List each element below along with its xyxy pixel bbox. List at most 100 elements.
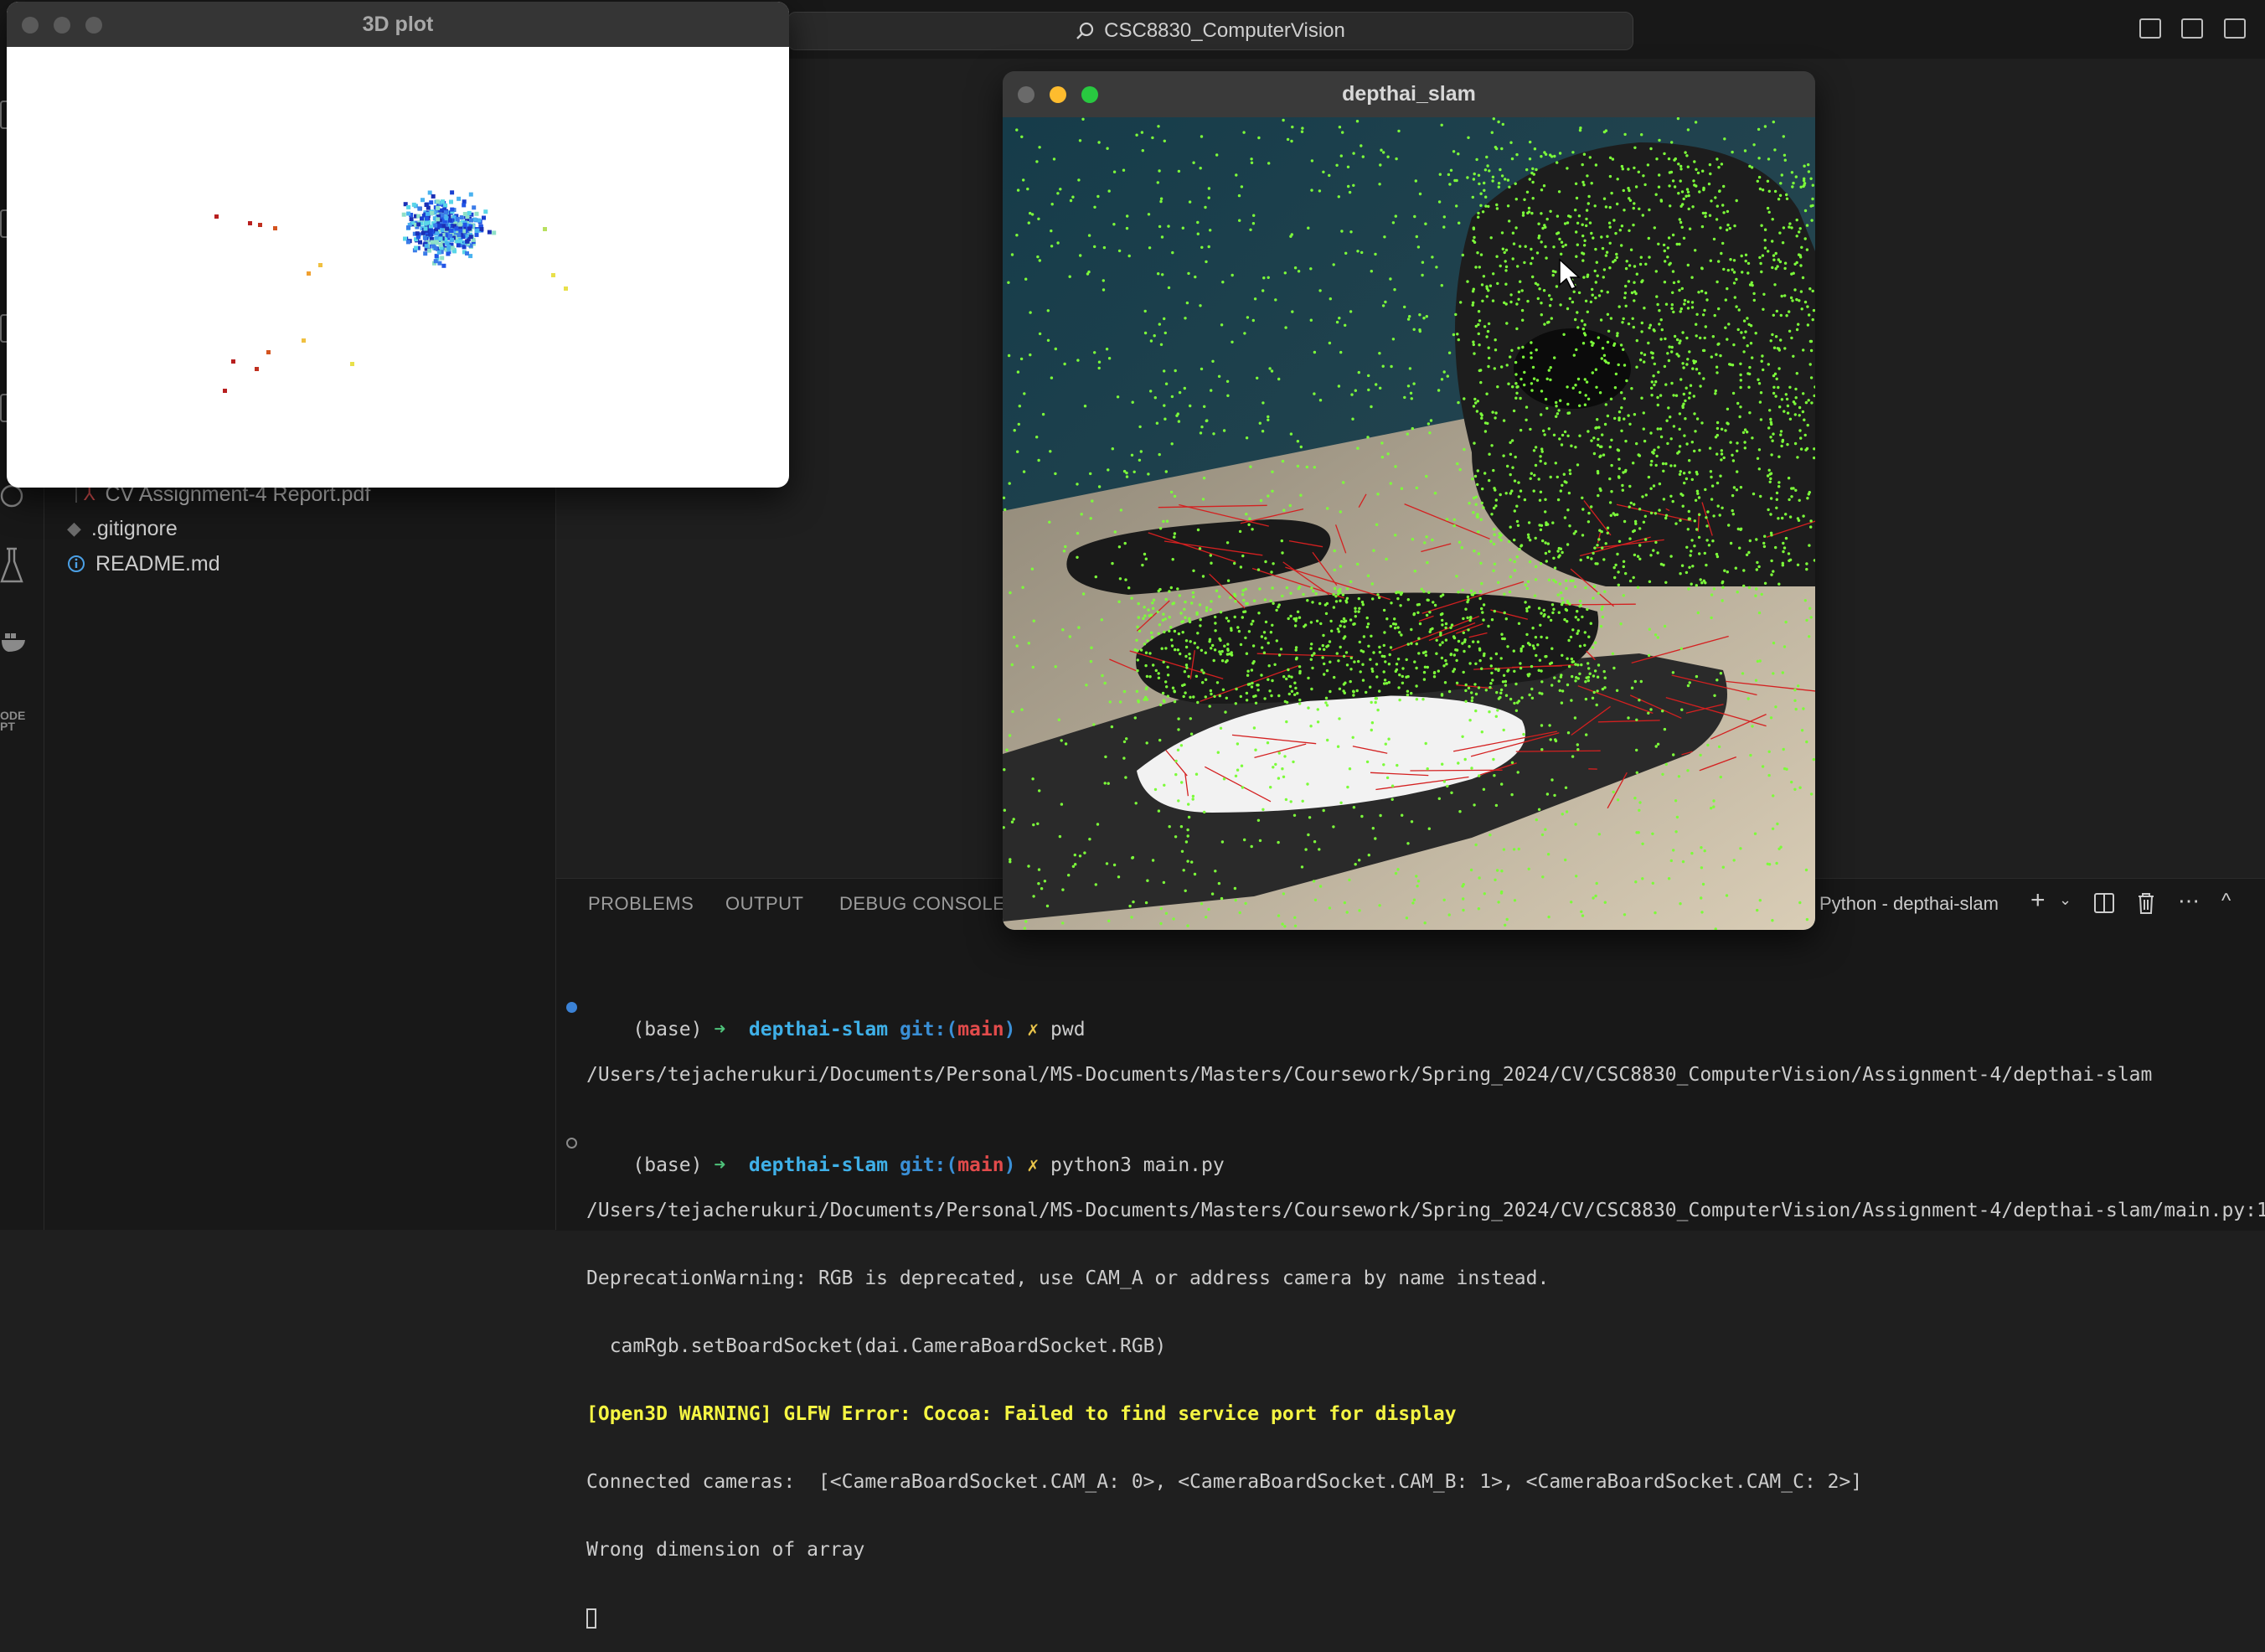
feature-point (1797, 517, 1799, 519)
new-terminal-icon[interactable]: + (2030, 886, 2046, 915)
point-cloud-canvas[interactable] (7, 47, 789, 488)
feature-point (1281, 922, 1283, 925)
feature-point (1145, 652, 1148, 654)
terminal-output[interactable]: (base) ➜ depthai-slam git:(main) ✗ pwd /… (586, 951, 2262, 1652)
feature-point (1325, 697, 1328, 700)
feature-point (1118, 545, 1121, 548)
feature-point (1339, 688, 1341, 690)
feature-point (1202, 671, 1205, 674)
codegpt-icon[interactable]: ODEPT (0, 710, 25, 732)
feature-point (1633, 207, 1635, 209)
feature-point (1489, 682, 1492, 684)
tab-debug-console[interactable]: DEBUG CONSOLE (839, 893, 1005, 915)
feature-point (1478, 319, 1481, 322)
toggle-primary-sidebar-icon[interactable] (2139, 18, 2161, 39)
docker-icon[interactable] (0, 627, 28, 655)
feature-point (1462, 897, 1464, 900)
slam-window[interactable]: depthai_slam (1003, 71, 1815, 930)
feature-point (1199, 624, 1201, 627)
feature-point (1723, 457, 1726, 459)
point-cloud-point (255, 367, 259, 371)
feature-point (1074, 863, 1076, 865)
feature-point (1203, 811, 1205, 813)
feature-point (1447, 173, 1450, 176)
more-actions-icon[interactable]: ⋯ (2178, 888, 2200, 914)
feature-point (1566, 609, 1568, 612)
maximize-panel-icon[interactable]: ^ (2221, 890, 2231, 913)
feature-point (1633, 576, 1635, 579)
minimize-button[interactable] (54, 17, 70, 34)
feature-point (1776, 378, 1778, 380)
close-button[interactable] (1018, 86, 1034, 103)
feature-point (1226, 380, 1229, 383)
terminal-warning-line: [Open3D WARNING] GLFW Error: Cocoa: Fail… (586, 1403, 2262, 1426)
feature-point (1491, 132, 1494, 134)
feature-point (1494, 563, 1496, 565)
feature-point (1396, 669, 1398, 671)
feature-point (1037, 218, 1040, 220)
testing-flask-icon[interactable] (0, 546, 25, 585)
feature-point (1542, 430, 1545, 432)
feature-point (1556, 285, 1558, 287)
plot-window[interactable]: 3D plot (7, 2, 789, 488)
feature-point (1540, 212, 1542, 214)
window-titlebar[interactable]: 3D plot (7, 2, 789, 47)
feature-point (1769, 472, 1772, 475)
command-center-search[interactable]: CSC8830_ComputerVision (787, 12, 1633, 50)
feature-point (1354, 610, 1357, 612)
close-button[interactable] (22, 17, 39, 34)
feature-point (1322, 634, 1324, 637)
feature-point (1618, 540, 1621, 543)
window-titlebar[interactable]: depthai_slam (1003, 71, 1815, 117)
feature-point (1716, 679, 1718, 681)
feature-point (1776, 265, 1778, 267)
feature-point (1559, 152, 1561, 154)
feature-point (1678, 289, 1680, 292)
toggle-secondary-sidebar-icon[interactable] (2224, 18, 2246, 39)
toggle-panel-icon[interactable] (2181, 18, 2203, 39)
tab-problems[interactable]: PROBLEMS (588, 893, 694, 915)
feature-point (1386, 777, 1389, 779)
zoom-button[interactable] (1081, 86, 1098, 103)
feature-point (1233, 593, 1236, 596)
feature-point (1346, 663, 1349, 666)
feature-point (1561, 551, 1563, 554)
feature-point (1575, 348, 1577, 351)
feature-point (1278, 751, 1281, 754)
minimize-button[interactable] (1050, 86, 1066, 103)
point-cloud-point (462, 245, 467, 249)
feature-point (1719, 226, 1721, 229)
feature-point (1589, 221, 1592, 224)
feature-point (1617, 364, 1620, 366)
feature-point (1319, 399, 1322, 401)
explorer-item-gitignore[interactable]: ◆ .gitignore (67, 512, 178, 545)
feature-point (1565, 244, 1567, 246)
explorer-item-readme[interactable]: README.md (67, 547, 220, 581)
terminal-selector[interactable]: Python - depthai-slam (1819, 893, 1999, 915)
feature-point (1261, 635, 1263, 638)
feature-point (1189, 405, 1191, 407)
feature-point (1757, 128, 1760, 131)
feature-point (1571, 301, 1574, 303)
feature-point (1179, 612, 1182, 614)
split-terminal-icon[interactable] (2094, 893, 2114, 913)
chevron-down-icon[interactable]: ⌄ (2059, 891, 2072, 909)
feature-point (1538, 287, 1540, 290)
feature-point (1565, 787, 1567, 789)
feature-point (1700, 896, 1702, 899)
feature-point (1727, 269, 1730, 271)
feature-point (1566, 435, 1569, 437)
zoom-button[interactable] (85, 17, 102, 34)
feature-point (1407, 385, 1410, 387)
tab-output[interactable]: OUTPUT (725, 893, 803, 915)
feature-point (1381, 456, 1384, 458)
feature-point (1688, 208, 1690, 210)
feature-point (1143, 553, 1146, 555)
feature-point (1607, 527, 1609, 529)
feature-point (1695, 499, 1697, 502)
point-cloud-point (469, 193, 473, 197)
trash-icon[interactable] (2136, 891, 2156, 915)
point-cloud-point (420, 216, 424, 220)
feature-point (1264, 560, 1267, 563)
feature-point (1530, 262, 1532, 265)
